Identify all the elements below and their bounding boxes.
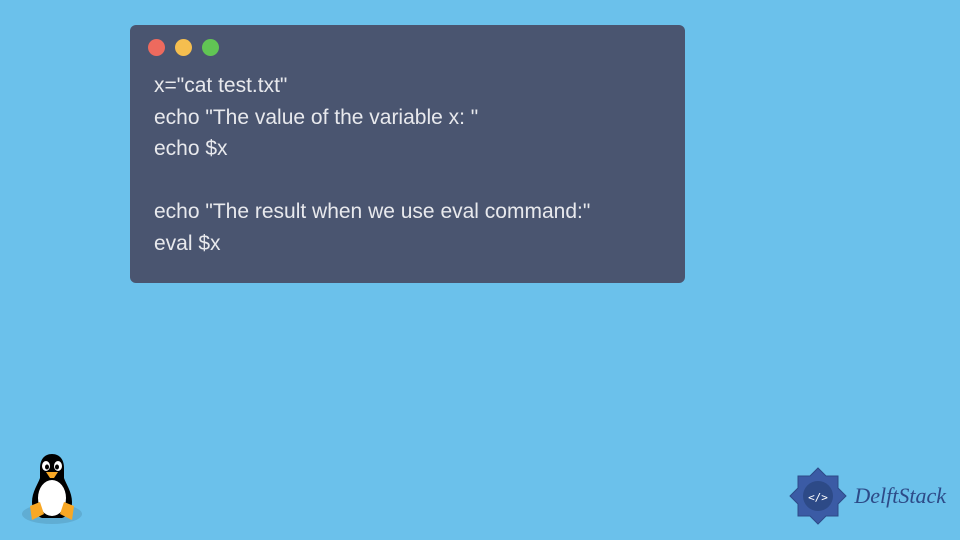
code-window: x="cat test.txt" echo "The value of the … [130, 25, 685, 283]
code-line: x="cat test.txt" [154, 74, 287, 97]
close-dot-icon [148, 39, 165, 56]
tux-linux-icon [18, 446, 86, 526]
window-header [130, 25, 685, 66]
delftstack-brand-text: DelftStack [854, 483, 946, 509]
delftstack-badge-icon: </> [788, 466, 848, 526]
code-line: echo "The result when we use eval comman… [154, 200, 590, 223]
minimize-dot-icon [175, 39, 192, 56]
code-line: echo $x [154, 137, 228, 160]
code-content: x="cat test.txt" echo "The value of the … [130, 66, 685, 267]
delftstack-logo: </> DelftStack [788, 466, 946, 526]
code-line: eval $x [154, 232, 221, 255]
maximize-dot-icon [202, 39, 219, 56]
svg-text:</>: </> [808, 491, 828, 504]
code-line: echo "The value of the variable x: " [154, 106, 478, 129]
